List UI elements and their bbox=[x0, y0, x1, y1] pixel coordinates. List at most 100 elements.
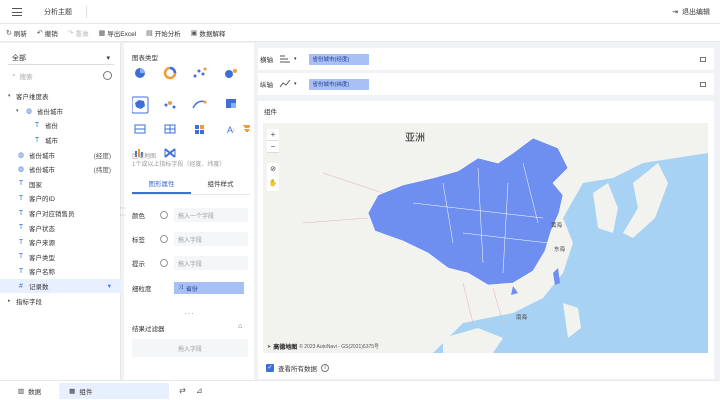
lock-icon[interactable] bbox=[700, 57, 706, 62]
granularity-chip[interactable]: ⤨ 省份 bbox=[174, 282, 244, 294]
filter-drop-zone[interactable]: 拖入字段 bbox=[132, 339, 248, 357]
granularity-property-row: 细粒度 ⤨ 省份 bbox=[132, 280, 248, 296]
measure-field-icon: # bbox=[19, 282, 23, 290]
label-settings-icon[interactable] bbox=[160, 235, 168, 243]
lock-icon[interactable] bbox=[700, 82, 706, 87]
redo-button[interactable]: ↷ 重做 bbox=[68, 28, 89, 38]
tab-graphic-properties[interactable]: 图形属性 bbox=[132, 177, 191, 194]
toolbar: ↻ 刷新 ↶ 撤销 ↷ 重做 ▦ 导出Excel ▤ 开始分析 ▣ 数据解释 bbox=[0, 24, 720, 42]
region-map[interactable]: + − ⊘ ✋ 亚洲 黄海 东海 南海 ➤ 高德地图 © 2023 AutoNa… bbox=[263, 123, 708, 353]
filter-settings-icon[interactable]: ⌂ bbox=[238, 323, 242, 330]
hand-pan-icon[interactable]: ✋ bbox=[267, 177, 279, 191]
menu-icon[interactable] bbox=[12, 7, 22, 16]
field-label: 客户对应销售员 bbox=[29, 211, 75, 219]
refresh-icon: ↻ bbox=[6, 29, 12, 37]
left-panel-resize-handle[interactable]: ⋮⋮ bbox=[119, 205, 126, 219]
field-tree-item[interactable]: T 国家 bbox=[0, 177, 121, 192]
chart-config-panel: 图表类型 Aı 区域地图 1个或以上指标字段（经度、纬度） 图形属性 组件样式 bbox=[124, 43, 254, 380]
field-label: 省份城市 bbox=[29, 152, 55, 160]
sea-label-yellow: 黄海 bbox=[551, 223, 563, 229]
field-panel: 全部 ▾ ⌕ 搜索 ▾ 客户维度表 ▾ ◍ 省份城市 T 省份 T 城市 ◍ 省份城市 (经度) ◍ 省份… bbox=[0, 43, 121, 380]
tooltip-drop-zone[interactable]: 拖入字段 bbox=[174, 256, 248, 270]
tab-component[interactable]: ▦ 组件 bbox=[59, 382, 170, 399]
field-tree-item[interactable]: T 城市 bbox=[0, 133, 121, 148]
x-axis-sort-icon[interactable] bbox=[278, 53, 292, 65]
field-tree: ▾ 客户维度表 ▾ ◍ 省份城市 T 省份 T 城市 ◍ 省份城市 (经度) ◍ 省份城市 (纬度) T 国家 T… bbox=[0, 89, 121, 308]
field-tree-item[interactable]: ▾ 客户维度表 bbox=[0, 89, 121, 104]
field-tree-item[interactable]: # 记录数 ▾ bbox=[0, 278, 121, 294]
table-select[interactable]: 全部 ▾ bbox=[8, 51, 114, 65]
tab-component-style[interactable]: 组件样式 bbox=[191, 177, 250, 194]
caret-down-icon[interactable]: ▾ bbox=[16, 108, 24, 114]
pie-chart-icon bbox=[135, 68, 145, 78]
field-label: 指标字段 bbox=[16, 298, 42, 306]
field-tree-item[interactable]: T 客户类型 bbox=[0, 250, 121, 265]
korea-land bbox=[593, 183, 618, 233]
info-icon[interactable]: i bbox=[321, 364, 329, 372]
x-axis-field-chip[interactable]: 省份城市(经度) bbox=[308, 53, 369, 65]
text-field-icon: T bbox=[18, 224, 24, 232]
text-field-icon: T bbox=[18, 194, 24, 202]
geo-field-icon: ◍ bbox=[25, 107, 33, 115]
zoom-in-button[interactable]: + bbox=[267, 129, 279, 141]
geo-field-icon: ◍ bbox=[17, 151, 25, 159]
caret-down-icon[interactable]: ▾ bbox=[8, 93, 16, 99]
field-tree-item[interactable]: T 客户来源 bbox=[0, 235, 121, 250]
field-label: 客户的ID bbox=[29, 196, 55, 204]
field-suffix: (纬度) bbox=[93, 167, 111, 175]
start-analysis-button[interactable]: ▤ 开始分析 bbox=[146, 28, 181, 38]
text-field-icon: T bbox=[34, 121, 40, 129]
field-tree-item[interactable]: ▸ 指标字段 bbox=[0, 293, 121, 308]
undo-button[interactable]: ↶ 撤销 bbox=[37, 28, 58, 38]
geo-field-icon: ◍ bbox=[17, 166, 25, 174]
text-field-icon: T bbox=[18, 253, 24, 261]
panel-resize-handle[interactable]: ··· bbox=[184, 309, 195, 318]
field-tree-item[interactable]: T 省份 bbox=[0, 118, 121, 133]
result-filter-title: 结果过滤器 bbox=[132, 326, 165, 333]
shuffle-icon: ⤨ bbox=[178, 284, 183, 291]
smart-assistant-icon[interactable] bbox=[103, 71, 112, 80]
label-drop-zone[interactable]: 拖入字段 bbox=[174, 232, 248, 246]
field-label: 省份城市 bbox=[29, 167, 55, 175]
export-excel-button[interactable]: ▦ 导出Excel bbox=[99, 28, 137, 38]
tab-data[interactable]: ▥ 数据 bbox=[8, 383, 51, 399]
color-settings-icon[interactable] bbox=[160, 211, 168, 219]
field-tree-item[interactable]: T 客户的ID bbox=[0, 191, 121, 206]
field-label: 客户状态 bbox=[29, 225, 55, 233]
zoom-out-button[interactable]: − bbox=[267, 141, 279, 153]
data-explain-button[interactable]: ▣ 数据解释 bbox=[191, 28, 226, 38]
y-axis-sort-icon[interactable] bbox=[278, 78, 292, 90]
add-component-icon[interactable]: ⇄ bbox=[179, 386, 186, 395]
flow-map-icon bbox=[192, 100, 207, 109]
field-tree-item[interactable]: ◍ 省份城市 (经度) bbox=[0, 147, 121, 162]
field-tree-item[interactable]: ▾ ◍ 省份城市 bbox=[0, 104, 121, 119]
label-property-row: 标签 拖入字段 bbox=[132, 231, 248, 247]
text-icon: Aı bbox=[227, 125, 235, 135]
color-drop-zone[interactable]: 拖入一个字段 bbox=[174, 208, 248, 222]
caret-right-icon[interactable]: ▸ bbox=[8, 298, 16, 304]
show-all-data-option: ✓ 查看所有数据 i bbox=[266, 363, 329, 373]
explain-icon: ▣ bbox=[190, 29, 198, 37]
show-all-checkbox[interactable]: ✓ bbox=[266, 364, 274, 372]
field-search-input[interactable]: ⌕ 搜索 bbox=[8, 69, 100, 83]
text-field-icon: T bbox=[18, 209, 24, 217]
field-label: 客户维度表 bbox=[16, 94, 49, 102]
field-tree-item[interactable]: T 客户名称 bbox=[0, 264, 121, 279]
chevron-down-icon[interactable]: ▾ bbox=[294, 81, 297, 87]
japan-land bbox=[623, 163, 668, 238]
funnel-chart-icon bbox=[243, 125, 250, 132]
add-dashboard-icon[interactable]: ⊿ bbox=[196, 386, 203, 395]
y-axis-field-chip[interactable]: 省份城市(纬度) bbox=[308, 78, 369, 90]
field-label: 国家 bbox=[29, 181, 42, 189]
chevron-down-icon[interactable]: ▾ bbox=[294, 56, 297, 62]
lasso-select-icon[interactable]: ⊘ bbox=[267, 163, 279, 177]
chart-requirement-hint: 区域地图 1个或以上指标字段（经度、纬度） bbox=[132, 154, 226, 168]
refresh-button[interactable]: ↻ 刷新 bbox=[6, 28, 27, 38]
field-dropdown-icon[interactable]: ▾ bbox=[108, 282, 111, 290]
field-tree-item[interactable]: ◍ 省份城市 (纬度) bbox=[0, 162, 121, 177]
philippines-land bbox=[563, 303, 581, 338]
field-tree-item[interactable]: T 客户状态 bbox=[0, 220, 121, 235]
tooltip-settings-icon[interactable] bbox=[160, 259, 168, 267]
exit-edit-button[interactable]: ⇥ 退出编辑 bbox=[672, 7, 710, 17]
field-tree-item[interactable]: T 客户对应销售员 bbox=[0, 206, 121, 221]
